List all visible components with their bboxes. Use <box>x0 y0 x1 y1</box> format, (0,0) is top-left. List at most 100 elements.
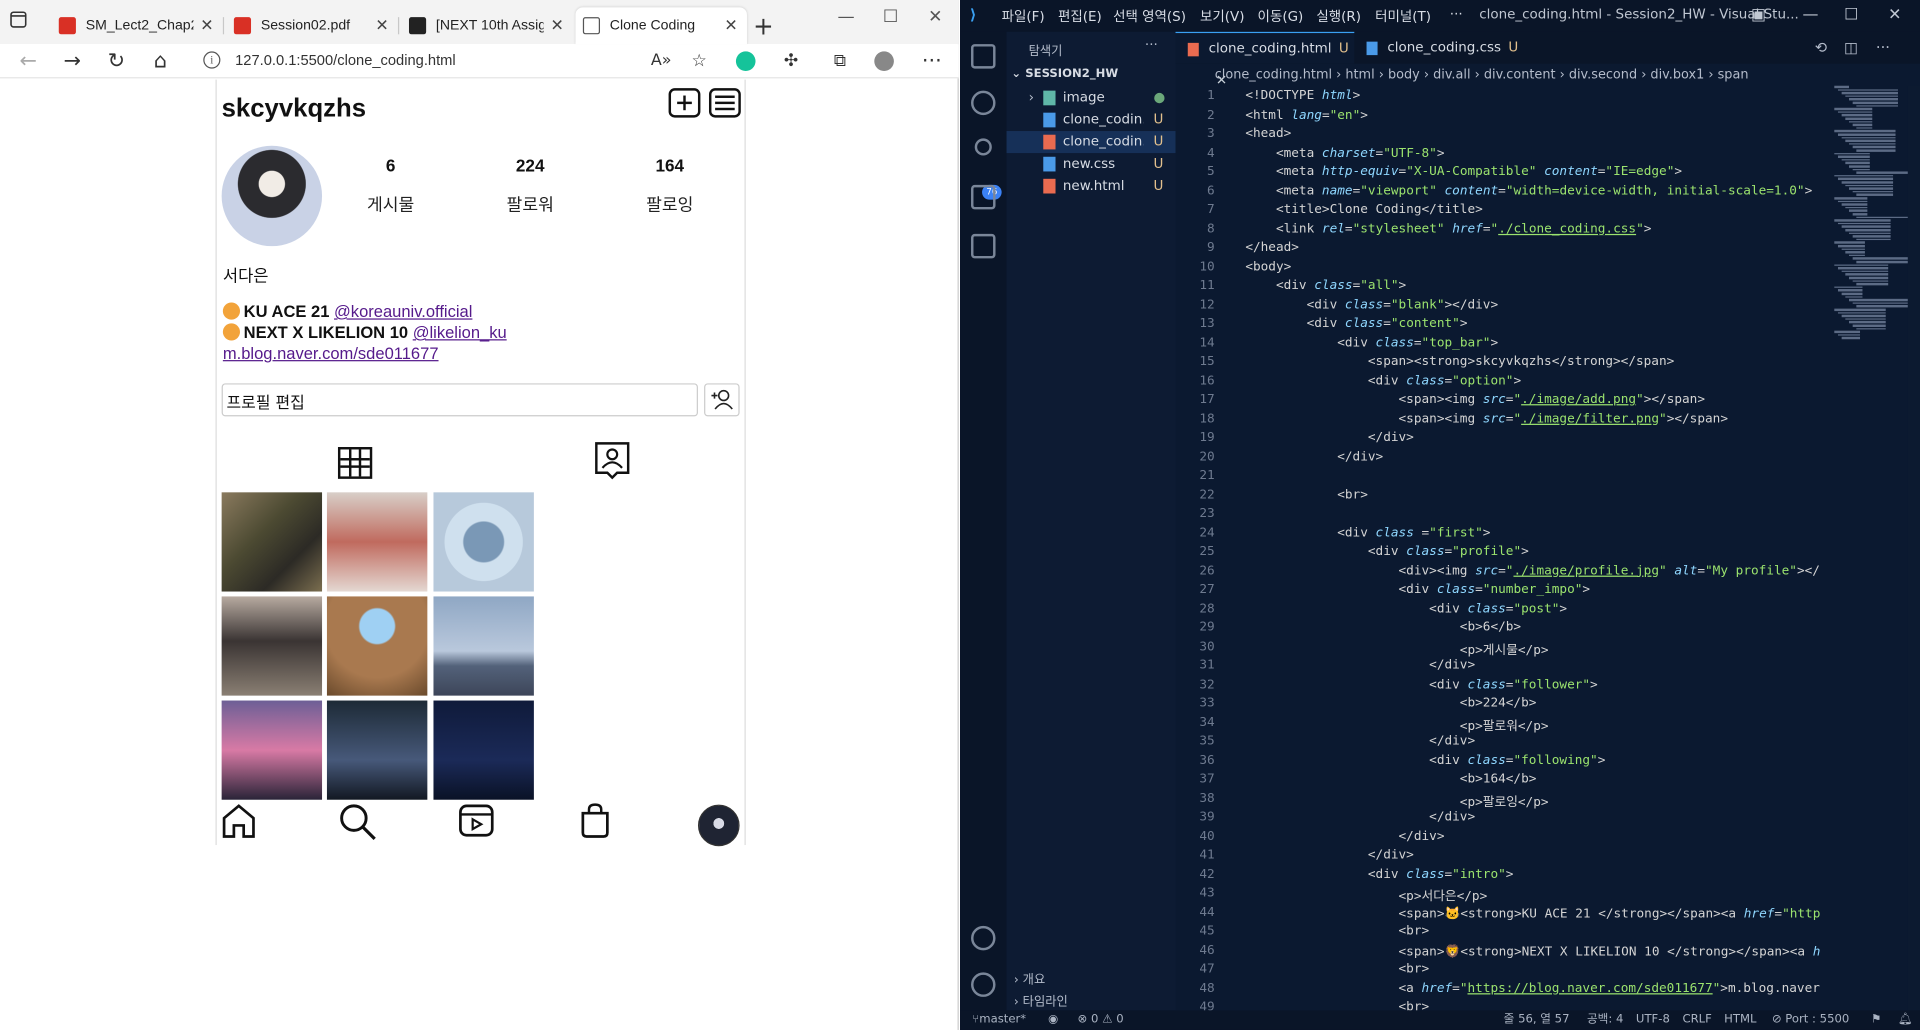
home-nav-icon[interactable] <box>220 802 259 841</box>
menu-file[interactable]: 파일(F) <box>1002 6 1045 26</box>
close-icon[interactable]: ✕ <box>722 17 739 35</box>
post-photo[interactable] <box>221 700 323 800</box>
open-changes-icon[interactable]: ⟲ <box>1815 39 1827 56</box>
add-post-icon[interactable] <box>668 88 701 118</box>
source-control-icon[interactable] <box>974 138 992 156</box>
post-photo[interactable] <box>433 492 534 592</box>
menu-run[interactable]: 실행(R) <box>1316 6 1361 26</box>
code-editor[interactable]: 1 2 3 4 5 6 7 8 9 10 11 12 13 14 15 16 17 18 19 20 21 22 23 24 2… <box>1176 86 1825 1010</box>
post-photo[interactable] <box>433 700 534 800</box>
more-actions-icon[interactable]: ··· <box>1145 37 1158 53</box>
menu-selection[interactable]: 선택 영역(S) <box>1113 6 1186 26</box>
grammarly-icon[interactable] <box>735 51 756 72</box>
problems-status[interactable]: ⊗ 0 ⚠ 0 <box>1078 1010 1124 1030</box>
editor-tab-html[interactable]: clone_coding.html U ✕ <box>1175 31 1355 88</box>
filter-icon[interactable] <box>708 88 741 118</box>
url-field[interactable]: i 127.0.0.1:5500/clone_coding.html <box>191 46 721 76</box>
tab-actions-icon[interactable] <box>10 10 39 37</box>
encoding-status[interactable]: UTF-8 <box>1636 1010 1670 1030</box>
split-editor-icon[interactable]: ◫ <box>1844 39 1858 56</box>
menu-more[interactable]: ··· <box>1450 6 1463 22</box>
menu-view[interactable]: 보기(V) <box>1200 6 1245 26</box>
minimize-icon[interactable]: — <box>838 7 855 27</box>
file-tree-item[interactable]: new.css U <box>1007 153 1176 175</box>
file-tree-item-selected[interactable]: clone_codin... U <box>1006 131 1176 154</box>
live-server-port[interactable]: ⊘ Port : 5500 <box>1772 1010 1849 1030</box>
stat-followers[interactable]: 224 팔로워 <box>487 156 573 217</box>
minimize-icon[interactable]: — <box>1802 6 1818 24</box>
indent-status[interactable]: 공백: 4 <box>1587 1010 1623 1030</box>
close-icon[interactable]: ✕ <box>549 17 566 35</box>
eol-status[interactable]: CRLF <box>1682 1010 1711 1030</box>
browser-tab[interactable]: [NEXT 10th Assignm ✕ <box>402 7 573 44</box>
editor-tab-css[interactable]: clone_coding.css U <box>1354 32 1518 64</box>
minimap[interactable] <box>1829 85 1919 380</box>
grid-icon[interactable] <box>337 447 373 479</box>
browser-tab[interactable]: SM_Lect2_Chap2.pdf ✕ <box>51 7 225 44</box>
forward-icon[interactable]: → <box>60 49 84 73</box>
home-icon[interactable]: ⌂ <box>148 49 172 73</box>
post-photo[interactable] <box>326 700 428 800</box>
search-nav-icon[interactable] <box>338 802 377 841</box>
post-photo[interactable] <box>221 492 323 592</box>
breadcrumb[interactable]: clone_coding.html › html › body › div.al… <box>1176 64 1920 86</box>
notifications-icon[interactable]: 🔔︎ <box>1898 1010 1913 1030</box>
refresh-icon[interactable]: ↻ <box>104 49 128 73</box>
window-close-icon[interactable]: ✕ <box>1888 6 1901 24</box>
window-close-icon[interactable]: ✕ <box>928 7 942 27</box>
more-actions-icon[interactable]: ··· <box>1876 39 1890 56</box>
info-icon[interactable]: i <box>203 51 221 69</box>
bio-link-blog[interactable]: m.blog.naver.com/sde011677 <box>223 344 439 362</box>
file-tree-item[interactable]: › image ● <box>1007 87 1176 109</box>
sync-icon[interactable]: ◉ <box>1048 1010 1058 1030</box>
bio-link-koreauniv[interactable]: @koreauniv.official <box>334 303 472 321</box>
post-photo[interactable] <box>221 596 323 696</box>
reels-nav-icon[interactable] <box>458 802 497 841</box>
menu-edit[interactable]: 편집(E) <box>1058 6 1102 26</box>
menu-go[interactable]: 이동(G) <box>1258 6 1304 26</box>
timeline-section[interactable]: › 타임라인 <box>1014 991 1068 1009</box>
post-photo[interactable] <box>433 596 534 696</box>
file-tree-item[interactable]: clone_codin... U <box>1007 109 1176 131</box>
file-tree-item[interactable]: new.html U <box>1007 175 1176 197</box>
post-photo[interactable] <box>326 492 428 592</box>
search-icon[interactable] <box>971 90 996 116</box>
browser-tab-active[interactable]: Clone Coding ✕ <box>575 7 747 45</box>
settings-gear-icon[interactable] <box>971 972 996 997</box>
more-menu-icon[interactable]: ··· <box>920 49 944 73</box>
language-status[interactable]: HTML <box>1724 1010 1756 1030</box>
maximize-icon[interactable]: ☐ <box>883 7 898 27</box>
new-tab-icon[interactable]: + <box>753 11 774 40</box>
menu-terminal[interactable]: 터미널(T) <box>1375 6 1431 26</box>
edit-profile-button[interactable]: 프로필 편집 <box>221 383 698 417</box>
maximize-icon[interactable]: ☐ <box>1844 6 1858 24</box>
cursor-position[interactable]: 줄 56, 열 57 <box>1504 1010 1570 1030</box>
bio-link-likelion[interactable]: @likelion_ku <box>413 323 507 341</box>
extensions-icon[interactable]: ✣ <box>779 49 803 73</box>
read-aloud-icon[interactable]: A» <box>649 49 673 73</box>
stat-following[interactable]: 164 팔로잉 <box>627 156 713 217</box>
workspace-root[interactable]: ⌄ SESSION2_HW <box>1011 67 1118 80</box>
close-icon[interactable]: ✕ <box>198 17 215 35</box>
explorer-icon[interactable] <box>971 44 996 69</box>
outline-section[interactable]: › 개요 <box>1014 969 1045 987</box>
profile-avatar-icon[interactable] <box>874 51 894 72</box>
run-debug-icon[interactable] <box>971 184 996 210</box>
collections-icon[interactable]: ⧉ <box>828 49 852 73</box>
browser-tab[interactable]: Session02.pdf ✕ <box>227 7 400 44</box>
stat-posts[interactable]: 6 게시물 <box>348 156 434 217</box>
tagged-icon[interactable] <box>594 441 631 480</box>
branch-status[interactable]: ⑂ master* <box>972 1010 1026 1030</box>
post-photo[interactable] <box>326 596 428 696</box>
feedback-icon[interactable]: ⚑ <box>1871 1010 1881 1030</box>
account-icon[interactable] <box>971 925 996 951</box>
close-icon[interactable]: ✕ <box>373 17 390 35</box>
editor-scrollbar[interactable] <box>1907 85 1920 1011</box>
extensions-icon[interactable] <box>971 233 996 259</box>
profile-nav-avatar[interactable] <box>697 804 740 847</box>
shop-nav-icon[interactable] <box>579 802 618 841</box>
back-icon[interactable]: ← <box>16 49 40 73</box>
add-person-icon[interactable] <box>704 383 740 417</box>
favorite-star-icon[interactable]: ☆ <box>687 49 711 73</box>
layout-icon[interactable]: ▣ <box>1751 6 1766 24</box>
